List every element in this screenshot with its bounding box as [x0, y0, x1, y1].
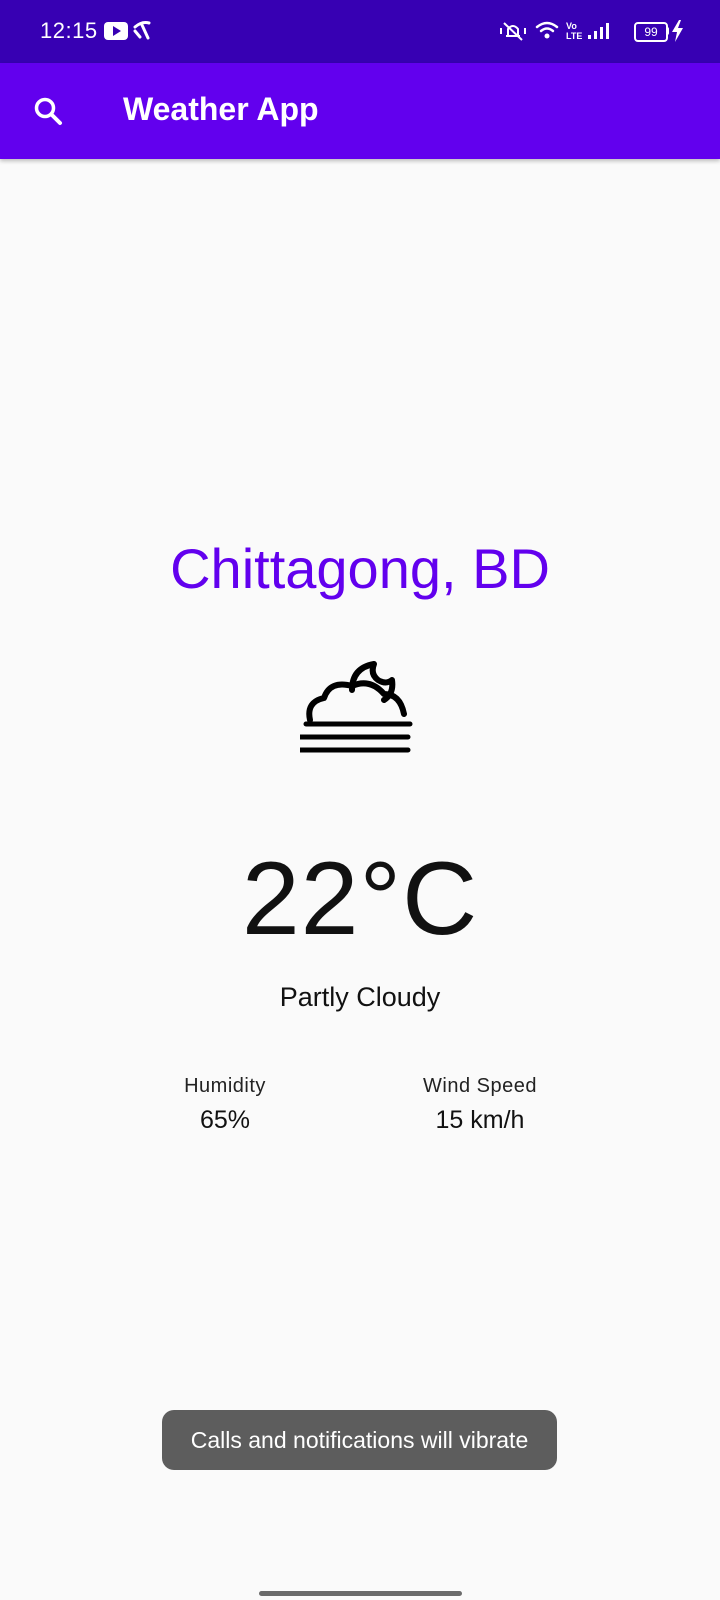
- gesture-navigation-handle[interactable]: [259, 1591, 462, 1596]
- app-bar: Weather App: [0, 63, 720, 159]
- battery-icon: 99: [634, 22, 668, 42]
- humidity-value: 65%: [199, 1106, 251, 1134]
- humidity-label: Humidity: [184, 1075, 266, 1097]
- svg-text:Vo: Vo: [566, 21, 577, 31]
- wifi-icon: [535, 19, 559, 46]
- signal-icon: [588, 21, 612, 46]
- wind-speed-value: 15 km/h: [435, 1106, 525, 1134]
- charging-icon: [672, 20, 684, 47]
- status-bar: 12:15 Vo LTE 99: [0, 0, 720, 63]
- volte-icon: Vo LTE: [566, 20, 582, 47]
- wind-speed-stat: Wind Speed 15 km/h: [400, 1075, 560, 1135]
- weather-condition: Partly Cloudy: [279, 982, 441, 1012]
- temperature: 22°C: [241, 841, 479, 957]
- search-icon: [34, 97, 62, 125]
- toast-message: Calls and notifications will vibrate: [162, 1410, 557, 1470]
- battery-tip: [666, 27, 669, 35]
- humidity-stat: Humidity 65%: [150, 1075, 300, 1135]
- weather-app-screen: 12:15 Vo LTE 99 Weather App Chittagong, …: [0, 0, 720, 1600]
- city-name: Chittagong, BD: [170, 537, 550, 600]
- status-time: 12:15: [40, 18, 98, 43]
- partly-cloudy-fog-icon: [297, 658, 420, 770]
- youtube-icon: [104, 22, 128, 45]
- search-button[interactable]: [24, 87, 72, 135]
- svg-text:LTE: LTE: [566, 31, 582, 41]
- carrier-icon: [131, 19, 153, 46]
- wind-speed-label: Wind Speed: [423, 1075, 537, 1097]
- app-title: Weather App: [123, 91, 319, 127]
- vibrate-icon: [500, 20, 526, 47]
